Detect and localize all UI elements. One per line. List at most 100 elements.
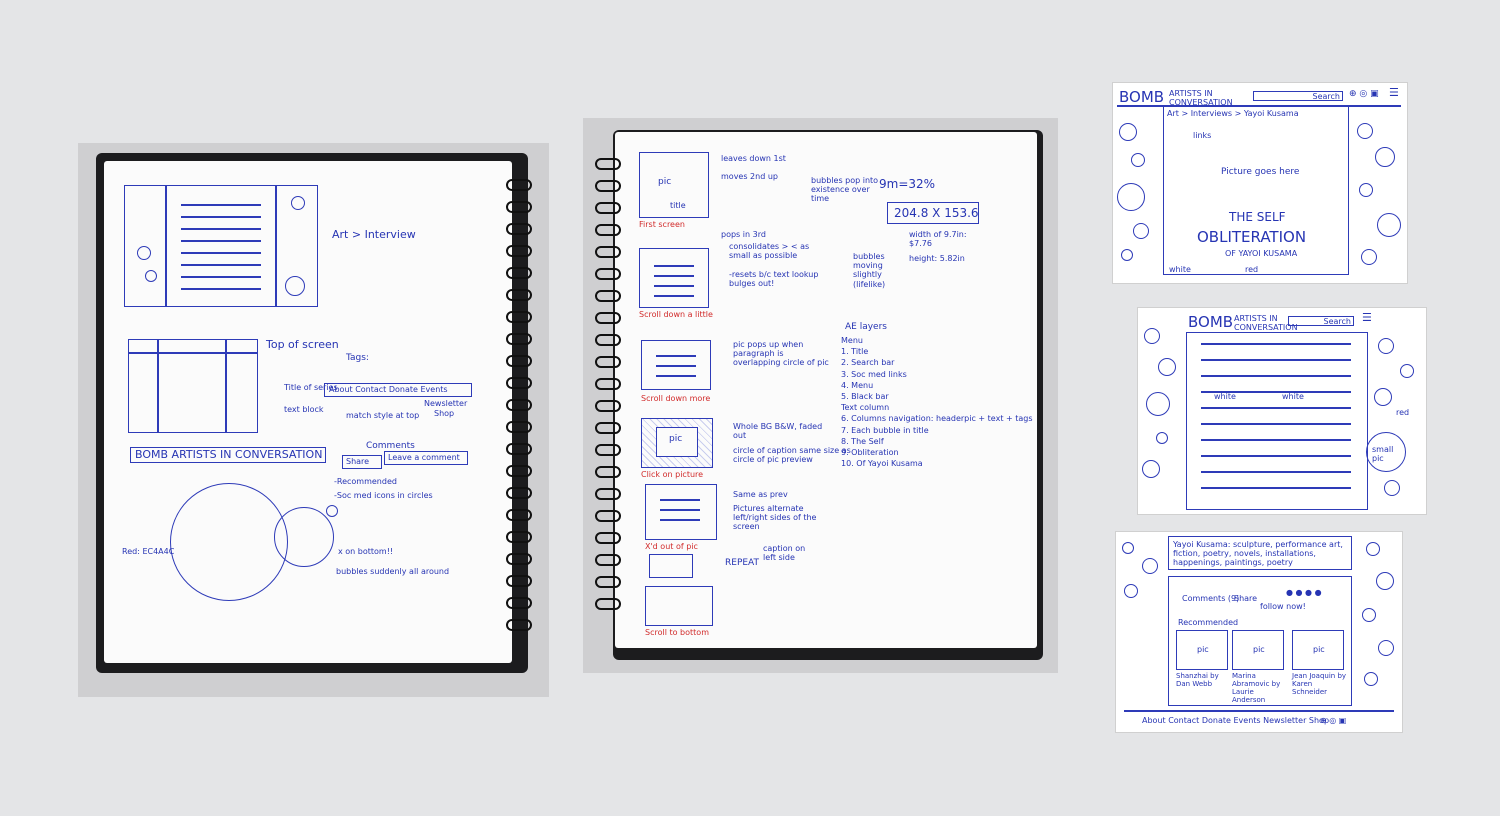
scroll-more-label: Scroll down more [641,394,711,403]
small-pic-circle[interactable]: small pic [1366,432,1406,472]
wireframe-article-page [124,185,318,307]
footer-nav[interactable]: About Contact Donate Events Newsletter S… [1142,716,1329,725]
pops-in-note: pops in 3rd [721,230,766,239]
white-note: white [1214,392,1236,401]
bomb-logo: BOMB [1188,313,1234,331]
search-bar[interactable]: Search [1253,91,1343,101]
shop-note: Shop [434,409,455,418]
recommended-label: Recommended [1178,618,1239,627]
same-as-prev-note: Same as prev [733,490,788,499]
share-dots: ● ● ● ● [1286,588,1322,597]
leave-comment-sketch: Leave a comment [384,451,468,465]
ae-layers-title: AE layers [845,322,887,332]
footer-social-icons[interactable]: ⊕ ◎ ▣ [1320,716,1346,725]
red-color-note: Red: EC4A4C [122,547,175,556]
medium-circle-sketch [274,507,334,567]
follow-now-note: follow now! [1260,602,1306,611]
bubbles-pop-note: bubbles pop into existence over time [811,176,879,204]
ae-layer-item: 3. Soc med links [841,369,907,379]
caption-left-note: caption on left side [763,544,806,563]
soc-med-note: -Soc med icons in circles [334,491,433,500]
pic-pops-note: pic pops up when paragraph is overlappin… [733,340,829,368]
breadcrumb-note: Art > Interview [332,228,416,241]
ae-layer-item: 1. Title [841,347,869,357]
share-sketch: Share [342,455,382,469]
caption-3: Jean Joaquin by Karen Schneider [1292,672,1347,697]
ae-layers-list: Menu 1. Title 2. Search bar 3. Soc med link… [841,336,1033,470]
caption-1: Shanzhai by Dan Webb [1176,672,1219,689]
white-note: white [1169,265,1191,274]
ae-layer-item: 7. Each bubble in title [841,425,929,435]
storyboard-frame-5 [645,484,717,540]
red-note: red [1245,265,1259,274]
bio-box: Yayoi Kusama: sculpture, performance art… [1168,536,1352,570]
ae-layer-item: Menu [841,336,863,345]
ae-layer-item: 10. Of Yayoi Kusama [841,459,923,469]
title-obliteration: OBLITERATION [1197,228,1307,246]
white-note-2: white [1282,392,1304,401]
whole-bg-note: Whole BG B&W, faded out [733,422,823,441]
ae-layer-item: Text column [841,403,890,413]
ae-layer-item: 2. Search bar [841,358,895,368]
mockup-bottom-screen: Yayoi Kusama: sculpture, performance art… [1116,532,1402,732]
sketchbook-scan-2: pic title First screen Scroll down a lit… [583,118,1058,673]
links-label: links [1193,131,1212,140]
recommended-pic-1[interactable]: pic [1176,630,1228,670]
consolidates-note: consolidates > < as small as possible [729,242,810,261]
text-block-note: text block [284,405,324,414]
wireframe-top-of-screen [128,339,258,433]
search-bar[interactable]: Search [1288,316,1354,326]
match-style-note: match style at top [346,411,420,420]
dimension-1: 9m=32% [879,177,936,191]
caption-2: Marina Abramovic by Laurie Anderson [1232,672,1281,705]
comments-label[interactable]: Comments (9) [1182,594,1239,603]
storyboard-frame-1: pic title [639,152,709,218]
top-of-screen-note: Top of screen [266,338,339,351]
small-circle-sketch [326,505,338,517]
click-picture-label: Click on picture [641,470,704,479]
dimension-4: height: 5.82in [909,254,965,263]
bomb-logo: BOMB [1119,88,1165,106]
recommended-pic-3[interactable]: pic [1292,630,1344,670]
bubbles-moving-note: bubbles moving slightly (lifelike) [853,252,886,289]
tags-note: Tags: [346,353,369,363]
ae-layer-item: 5. Black bar [841,391,889,401]
red-note: red [1396,408,1410,417]
x-on-bottom-note: x on bottom!! [338,547,394,556]
pictures-alternate-note: Pictures alternate left/right sides of t… [733,504,817,532]
storyboard-frame-6 [649,554,693,578]
leaves-down-note: leaves down 1st [721,154,786,163]
mockup-title-screen: BOMB ARTISTS IN CONVERSATION Search ⊕ ◎ … [1113,83,1407,283]
large-circle-sketch [170,483,288,601]
logo-subtitle: ARTISTS IN CONVERSATION [1234,314,1298,333]
social-icons: ⊕ ◎ ▣ [1349,89,1379,99]
title-of-yayoi: OF YAYOI KUSAMA [1225,249,1298,258]
recommended-note: -Recommended [334,477,397,486]
mockup-article-screen: BOMB ARTISTS IN CONVERSATION Search ☰ wh… [1138,308,1426,514]
ae-layer-item: 8. The Self [841,436,884,446]
ae-layer-item: 6. Columns navigation: headerpic + text … [841,414,1033,424]
menu-icon[interactable]: ☰ [1362,311,1372,325]
breadcrumb[interactable]: Art > Interviews > Yayoi Kusama [1167,109,1299,118]
sketchbook-scan-1: Art > Interview Top of screen Tags: Titl… [78,143,549,697]
menu-icon[interactable]: ☰ [1389,86,1399,100]
repeat-note: REPEAT [725,558,760,568]
comments-note: Comments [366,441,415,451]
scroll-bottom-label: Scroll to bottom [645,628,709,637]
dimension-box: 204.8 X 153.6 [887,202,979,224]
logo-sketch: BOMB ARTISTS IN CONVERSATION [130,447,326,463]
first-screen-label: First screen [639,220,685,229]
picture-placeholder: Picture goes here [1221,167,1300,177]
share-label[interactable]: Share [1234,594,1257,603]
storyboard-frame-2 [639,248,709,308]
dimension-3: width of 9.7in: $7.76 [909,230,967,249]
moves-up-note: moves 2nd up [721,172,778,181]
recommended-pic-2[interactable]: pic [1232,630,1284,670]
storyboard-frame-4: pic [641,418,713,468]
bubbles-note: bubbles suddenly all around [336,567,450,576]
spiral-binding-2 [595,158,621,628]
storyboard-frame-7 [645,586,713,626]
storyboard-frame-3 [641,340,711,390]
spiral-binding-1 [506,179,532,649]
resets-note: -resets b/c text lookup bulges out! [729,270,819,289]
